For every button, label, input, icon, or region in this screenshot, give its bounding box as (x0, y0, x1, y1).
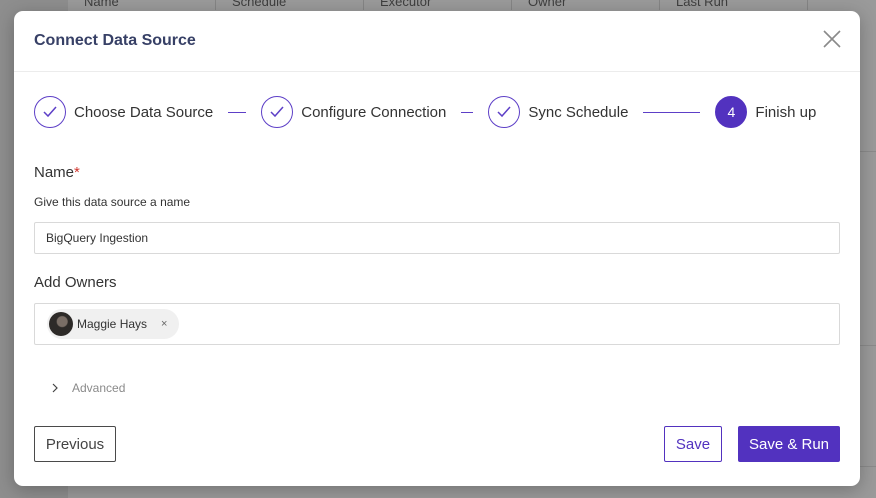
modal-footer: Previous Save Save & Run (34, 426, 840, 462)
column-header-name: Name (68, 0, 216, 10)
modal-header: Connect Data Source (14, 11, 860, 72)
step-label: Finish up (755, 103, 817, 121)
remove-owner-icon[interactable]: × (161, 318, 167, 330)
column-header-last-run: Last Run (660, 0, 808, 10)
owners-field-label: Add Owners (34, 274, 117, 291)
step-finish-up: 4 Finish up (715, 96, 816, 128)
check-icon (34, 96, 66, 128)
check-icon (261, 96, 294, 128)
check-icon (488, 96, 521, 128)
step-sync-schedule: Sync Schedule (488, 96, 628, 128)
required-mark: * (74, 164, 80, 181)
column-header-schedule: Schedule (216, 0, 364, 10)
background-table-header: Name Schedule Executor Owner Last Run (68, 0, 876, 10)
step-connector (228, 111, 247, 113)
connect-data-source-modal: Connect Data Source Choose Data Source C… (14, 11, 860, 486)
step-number-badge: 4 (715, 96, 748, 128)
step-label: Sync Schedule (528, 103, 629, 121)
chevron-right-icon (52, 383, 58, 393)
step-configure-connection: Configure Connection (261, 96, 446, 128)
name-input[interactable]: BigQuery Ingestion (34, 222, 840, 254)
owners-select[interactable]: Maggie Hays × (34, 303, 840, 345)
save-button[interactable]: Save (664, 426, 722, 462)
step-connector (643, 111, 701, 113)
step-connector (461, 111, 474, 113)
save-and-run-button[interactable]: Save & Run (738, 426, 840, 462)
name-field-description: Give this data source a name (34, 195, 191, 209)
avatar (49, 312, 73, 336)
modal-title: Connect Data Source (34, 32, 196, 49)
name-label-text: Name (34, 164, 75, 181)
owner-tag: Maggie Hays × (47, 309, 180, 339)
close-icon[interactable] (822, 29, 842, 49)
step-label: Configure Connection (301, 103, 447, 121)
step-choose-data-source: Choose Data Source (34, 96, 213, 128)
advanced-toggle[interactable]: Advanced (34, 381, 840, 395)
column-header-owner: Owner (512, 0, 660, 10)
advanced-label: Advanced (72, 381, 126, 395)
step-label: Choose Data Source (74, 103, 214, 121)
step-indicator: Choose Data Source Configure Connection … (14, 72, 860, 152)
owner-name: Maggie Hays (77, 317, 148, 331)
finish-form: Name* Give this data source a name BigQu… (14, 164, 860, 395)
name-field-label: Name* (34, 164, 840, 181)
column-header-executor: Executor (364, 0, 512, 10)
previous-button[interactable]: Previous (34, 426, 116, 462)
